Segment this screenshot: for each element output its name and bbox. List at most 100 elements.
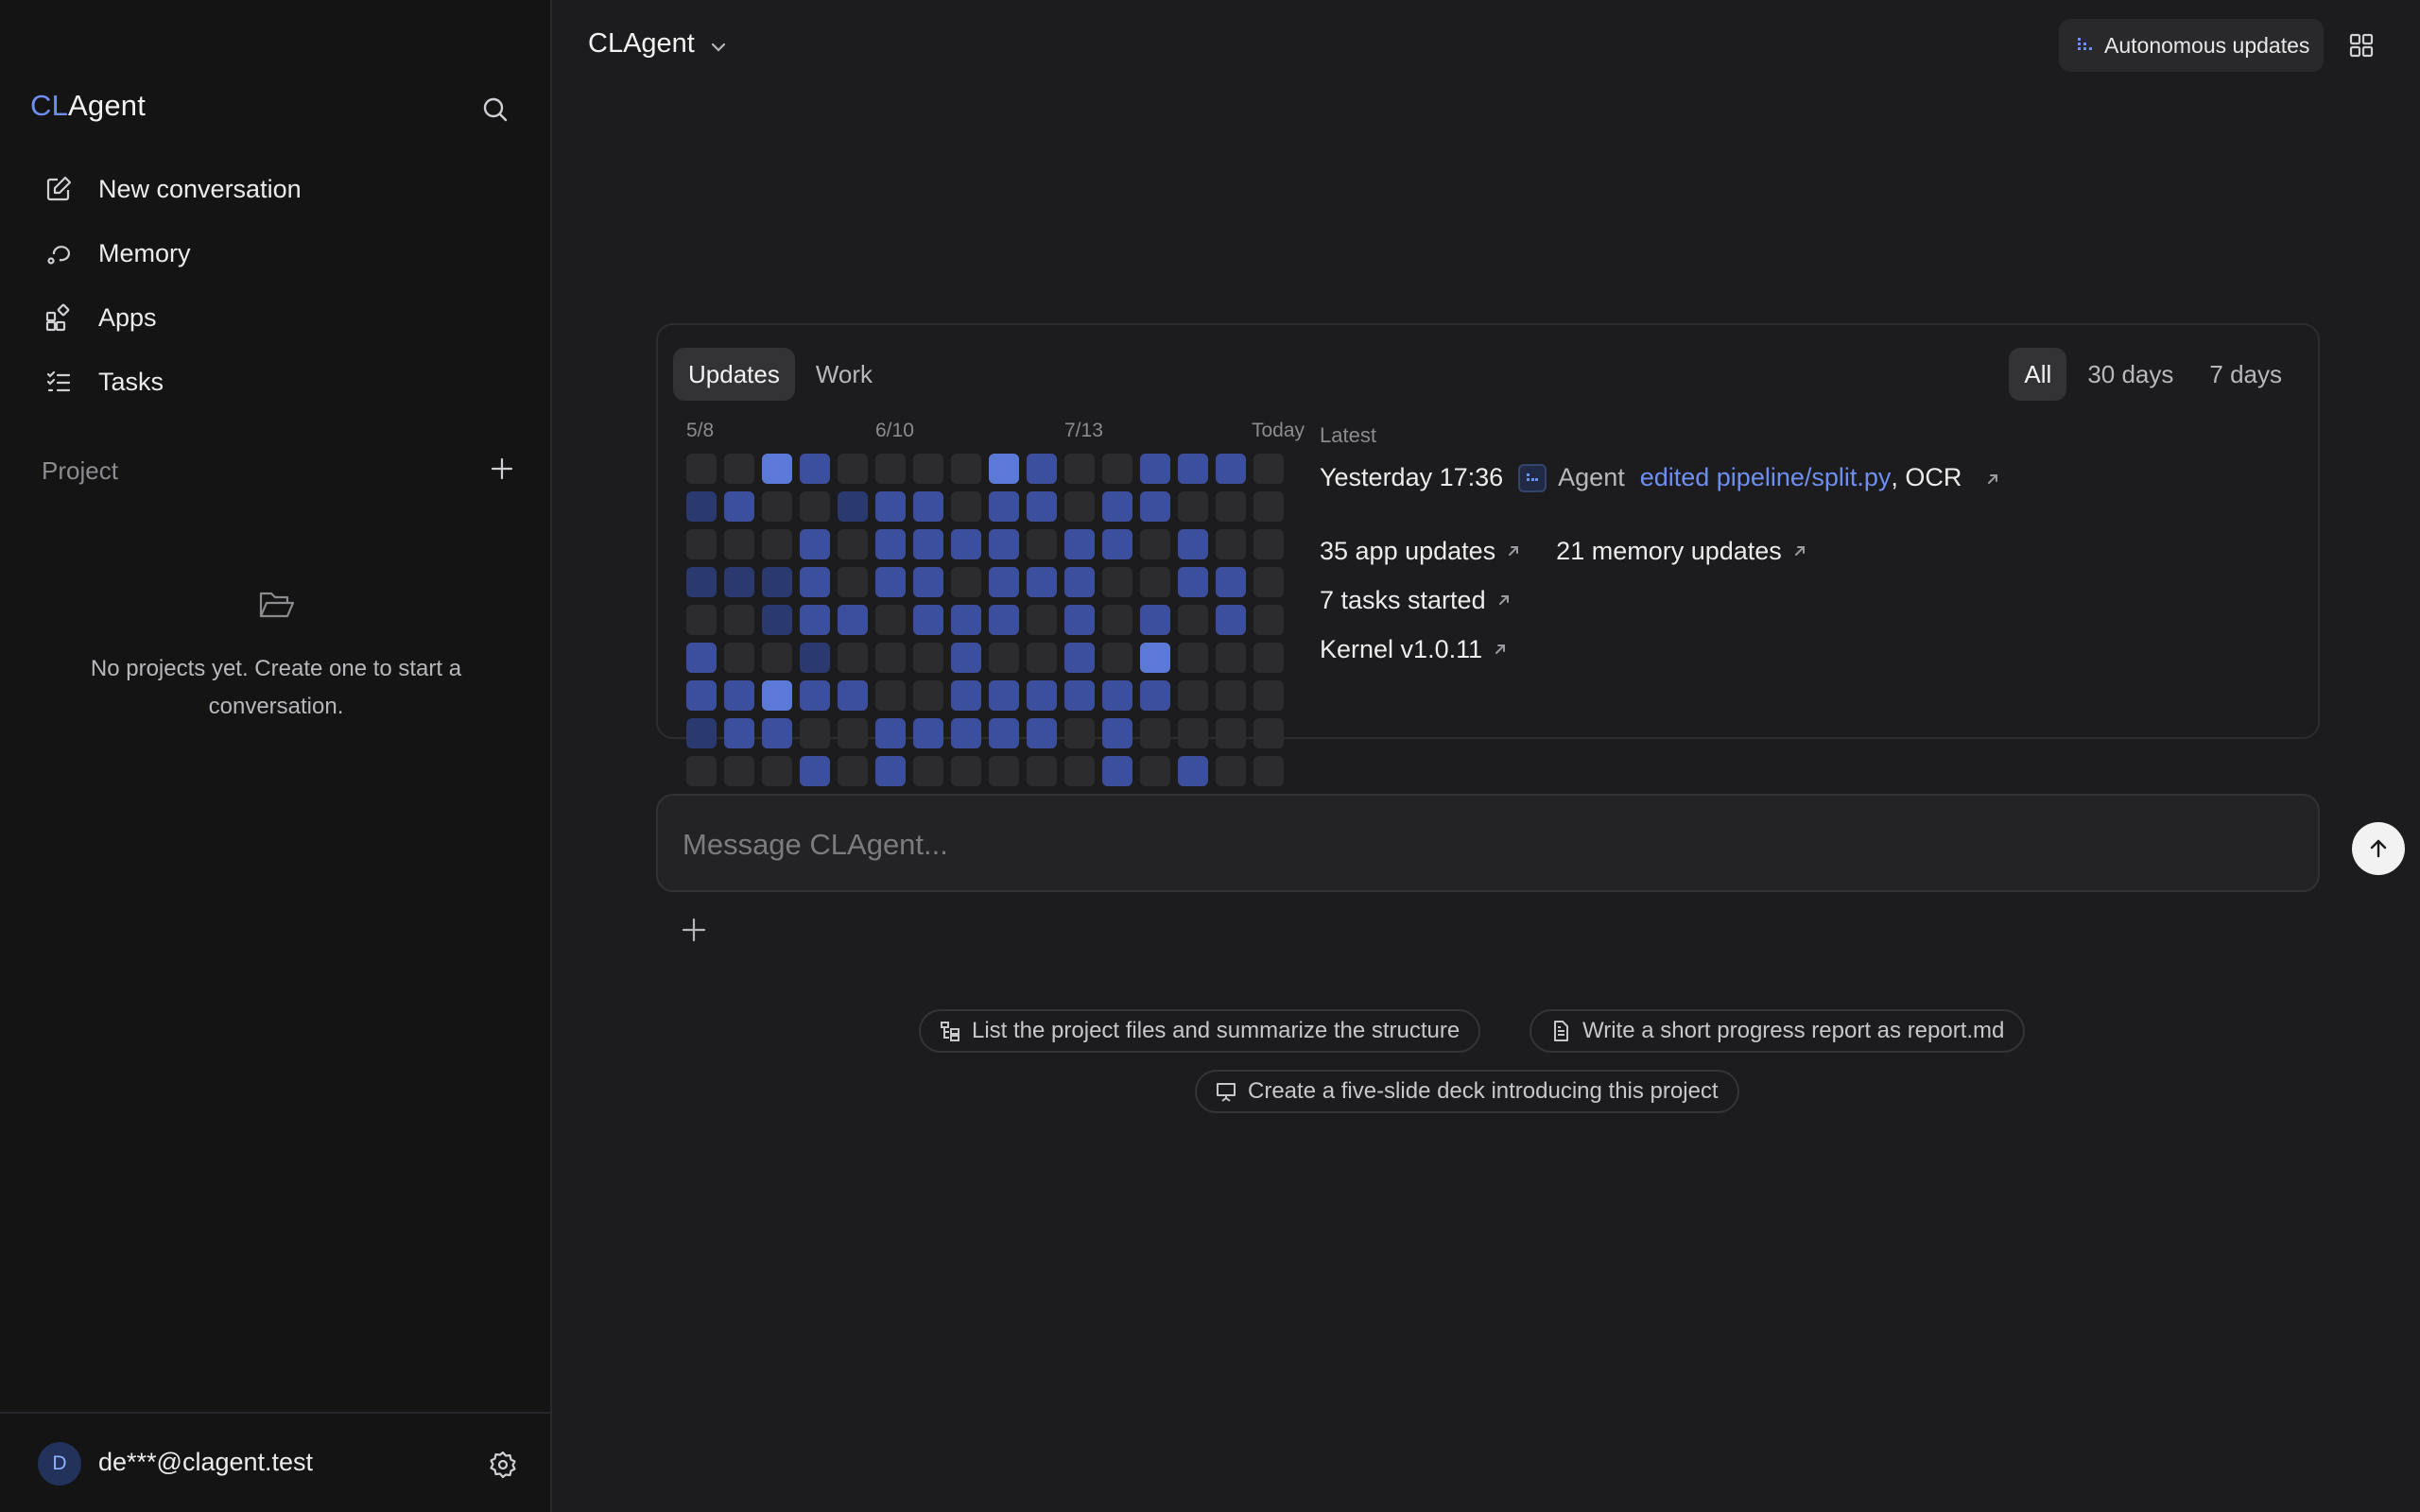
latest-action-link[interactable]: edited pipeline/split.py [1640, 463, 1892, 492]
heatmap-cell[interactable] [800, 756, 830, 786]
heatmap-cell[interactable] [838, 529, 868, 559]
heatmap-cell[interactable] [951, 491, 981, 522]
heatmap-cell[interactable] [1064, 718, 1095, 748]
heatmap-cell[interactable] [1216, 567, 1246, 597]
heatmap-cell[interactable] [838, 718, 868, 748]
heatmap-cell[interactable] [800, 605, 830, 635]
heatmap-cell[interactable] [800, 567, 830, 597]
user-email[interactable]: de***@clagent.test [98, 1448, 313, 1477]
heatmap-cell[interactable] [762, 718, 792, 748]
heatmap-cell[interactable] [1027, 756, 1057, 786]
heatmap-cell[interactable] [1102, 529, 1132, 559]
sidebar-item-new-conversation[interactable]: New conversation [30, 157, 522, 221]
external-link-icon[interactable] [1975, 463, 2001, 492]
heatmap-cell[interactable] [913, 567, 943, 597]
heatmap-cell[interactable] [1140, 643, 1170, 673]
heatmap-cell[interactable] [1102, 643, 1132, 673]
search-icon[interactable] [480, 94, 510, 125]
heatmap-cell[interactable] [800, 529, 830, 559]
heatmap-cell[interactable] [762, 491, 792, 522]
sidebar-item-tasks[interactable]: Tasks [30, 350, 522, 414]
heatmap-cell[interactable] [1027, 529, 1057, 559]
heatmap-cell[interactable] [1253, 567, 1284, 597]
heatmap-cell[interactable] [1178, 529, 1208, 559]
workspace-selector[interactable]: CLAgent [588, 28, 729, 60]
heatmap-cell[interactable] [1140, 529, 1170, 559]
heatmap-cell[interactable] [1178, 605, 1208, 635]
heatmap-cell[interactable] [838, 605, 868, 635]
stat-memory-updates[interactable]: 21 memory updates [1556, 537, 1808, 566]
heatmap-cell[interactable] [1178, 643, 1208, 673]
heatmap-cell[interactable] [989, 680, 1019, 711]
heatmap-cell[interactable] [838, 643, 868, 673]
heatmap-cell[interactable] [951, 680, 981, 711]
heatmap-cell[interactable] [800, 454, 830, 484]
range-30-days[interactable]: 30 days [2072, 348, 2188, 401]
heatmap-cell[interactable] [913, 491, 943, 522]
send-button[interactable] [2352, 822, 2405, 875]
heatmap-cell[interactable] [1064, 491, 1095, 522]
add-project-icon[interactable] [490, 456, 514, 486]
heatmap-cell[interactable] [1064, 756, 1095, 786]
heatmap-cell[interactable] [762, 643, 792, 673]
heatmap-cell[interactable] [686, 643, 717, 673]
heatmap-cell[interactable] [951, 643, 981, 673]
brand-logo[interactable]: CLAgent [30, 89, 146, 123]
heatmap-cell[interactable] [724, 529, 754, 559]
heatmap-cell[interactable] [1178, 491, 1208, 522]
heatmap-cell[interactable] [1102, 605, 1132, 635]
heatmap-cell[interactable] [951, 529, 981, 559]
heatmap-cell[interactable] [875, 491, 906, 522]
heatmap-cell[interactable] [1253, 680, 1284, 711]
heatmap-cell[interactable] [724, 605, 754, 635]
heatmap-cell[interactable] [1027, 718, 1057, 748]
heatmap-cell[interactable] [1102, 454, 1132, 484]
heatmap-cell[interactable] [686, 605, 717, 635]
stat-tasks-started[interactable]: 7 tasks started [1320, 586, 1512, 615]
suggestion-chip[interactable]: Create a five-slide deck introducing thi… [1195, 1070, 1739, 1113]
heatmap-cell[interactable] [1027, 680, 1057, 711]
heatmap-cell[interactable] [800, 680, 830, 711]
heatmap-cell[interactable] [1140, 491, 1170, 522]
heatmap-cell[interactable] [913, 605, 943, 635]
heatmap-cell[interactable] [913, 756, 943, 786]
heatmap-cell[interactable] [1102, 491, 1132, 522]
heatmap-cell[interactable] [875, 454, 906, 484]
heatmap-cell[interactable] [800, 643, 830, 673]
heatmap-cell[interactable] [838, 567, 868, 597]
heatmap-cell[interactable] [1178, 454, 1208, 484]
heatmap-cell[interactable] [686, 491, 717, 522]
heatmap-cell[interactable] [989, 756, 1019, 786]
heatmap-cell[interactable] [1140, 718, 1170, 748]
heatmap-cell[interactable] [1027, 454, 1057, 484]
heatmap-cell[interactable] [989, 643, 1019, 673]
heatmap-cell[interactable] [989, 454, 1019, 484]
heatmap-cell[interactable] [1253, 454, 1284, 484]
stat-kernel-version[interactable]: Kernel v1.0.11 [1320, 635, 1509, 664]
heatmap-cell[interactable] [1216, 454, 1246, 484]
heatmap-cell[interactable] [1178, 567, 1208, 597]
heatmap-cell[interactable] [762, 756, 792, 786]
heatmap-cell[interactable] [875, 529, 906, 559]
heatmap-cell[interactable] [724, 454, 754, 484]
heatmap-cell[interactable] [762, 567, 792, 597]
heatmap-cell[interactable] [875, 680, 906, 711]
heatmap-cell[interactable] [875, 567, 906, 597]
heatmap-cell[interactable] [762, 529, 792, 559]
heatmap-cell[interactable] [951, 567, 981, 597]
heatmap-cell[interactable] [1216, 529, 1246, 559]
tab-updates[interactable]: Updates [673, 348, 795, 401]
heatmap-cell[interactable] [686, 756, 717, 786]
sidebar-item-memory[interactable]: Memory [30, 221, 522, 285]
heatmap-cell[interactable] [1253, 756, 1284, 786]
range-7-days[interactable]: 7 days [2194, 348, 2297, 401]
heatmap-cell[interactable] [1102, 756, 1132, 786]
heatmap-cell[interactable] [875, 605, 906, 635]
heatmap-cell[interactable] [1102, 718, 1132, 748]
heatmap-cell[interactable] [875, 756, 906, 786]
grid-layout-icon[interactable] [2346, 30, 2377, 60]
heatmap-cell[interactable] [1027, 605, 1057, 635]
heatmap-cell[interactable] [1027, 567, 1057, 597]
heatmap-cell[interactable] [913, 643, 943, 673]
heatmap-cell[interactable] [1140, 605, 1170, 635]
